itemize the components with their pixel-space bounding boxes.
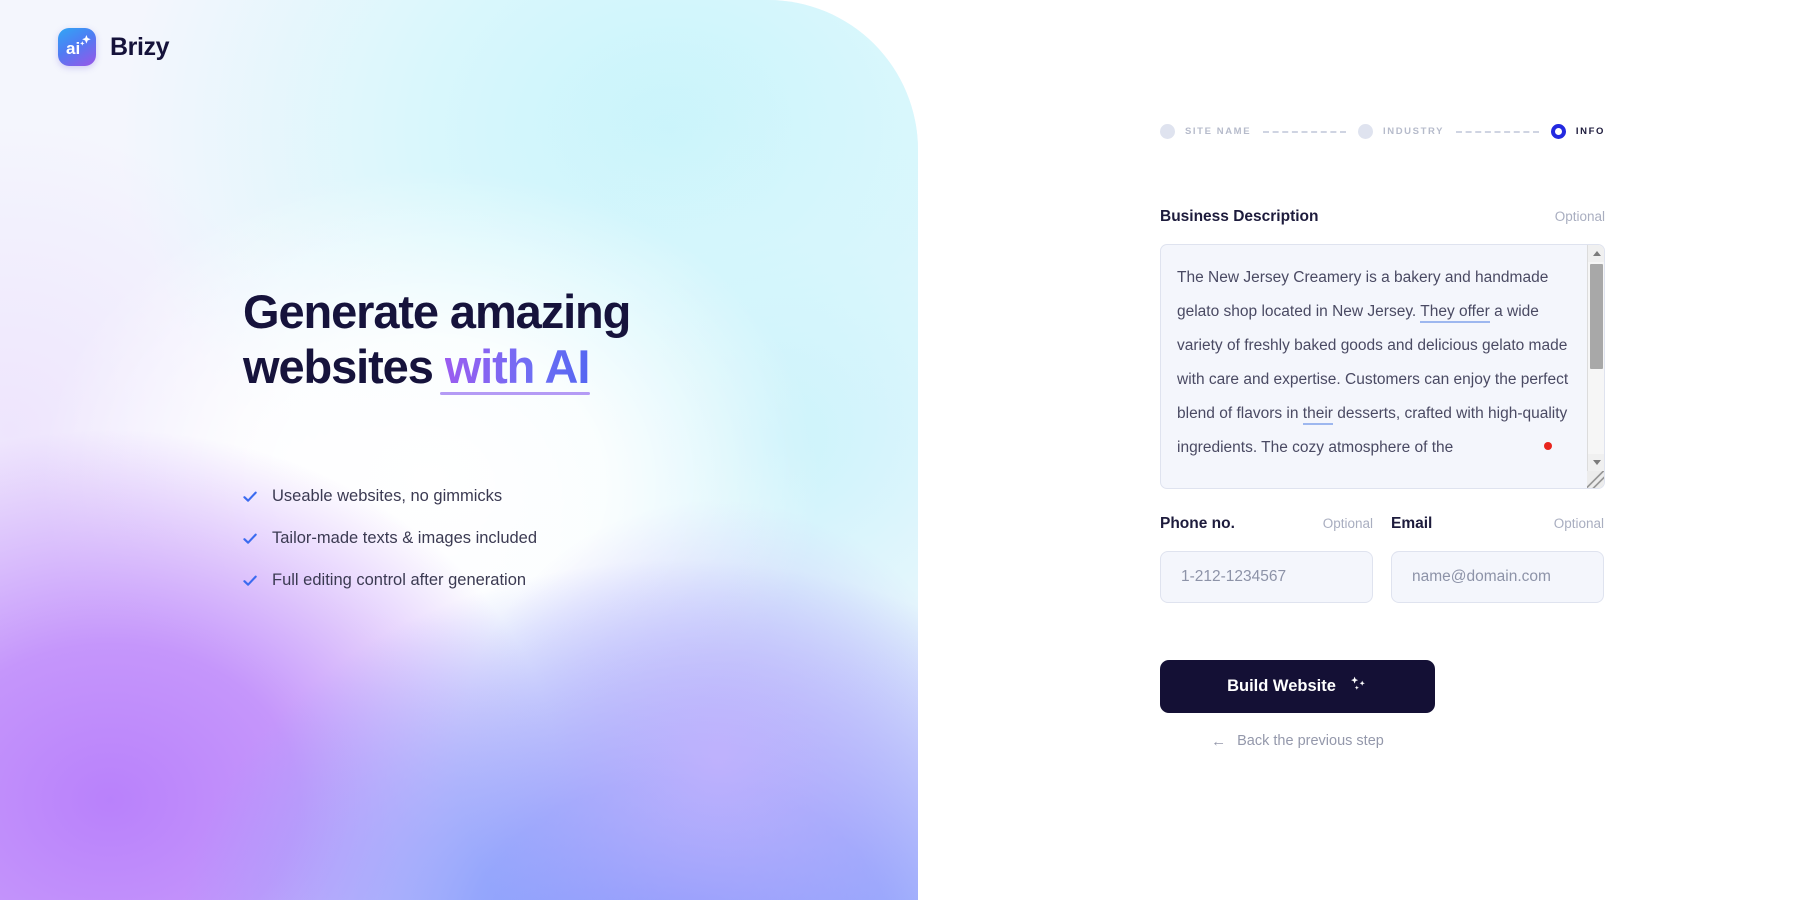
check-icon xyxy=(243,574,257,588)
email-label: Email xyxy=(1391,515,1433,532)
list-item-label: Useable websites, no gimmicks xyxy=(272,487,503,505)
step-connector xyxy=(1456,130,1539,133)
resize-grip-icon[interactable] xyxy=(1587,471,1604,488)
business-description-header: Business Description Optional xyxy=(1160,208,1605,226)
list-item-label: Full editing control after generation xyxy=(272,571,527,589)
business-description-value: The New Jersey Creamery is a bakery and … xyxy=(1177,261,1574,465)
email-header: Email Optional xyxy=(1391,515,1604,533)
list-item: Useable websites, no gimmicks xyxy=(243,487,537,506)
hero-copy: Generate amazing websites with AI xyxy=(243,285,803,394)
phone-header: Phone no. Optional xyxy=(1160,515,1373,533)
scroll-up-arrow-icon[interactable] xyxy=(1588,245,1604,262)
step-label: SITE NAME xyxy=(1185,126,1252,137)
sparkles-icon xyxy=(1349,675,1368,699)
headline-line-2-plain: websites xyxy=(243,339,445,393)
scroll-down-arrow-icon[interactable] xyxy=(1588,454,1604,471)
build-website-button[interactable]: Build Website xyxy=(1160,660,1435,713)
svg-text:ai: ai xyxy=(66,39,80,58)
check-icon xyxy=(243,490,257,504)
check-icon xyxy=(243,532,257,546)
form-panel: SITE NAME INDUSTRY INFO Business Descrip… xyxy=(1160,0,1640,900)
contact-fields: Phone no. Optional Email Optional xyxy=(1160,515,1605,603)
headline-underline xyxy=(440,392,590,395)
brizy-ai-logo-icon: ai xyxy=(58,28,96,66)
email-optional: Optional xyxy=(1553,516,1604,531)
build-website-label: Build Website xyxy=(1227,677,1336,695)
step-dot-icon xyxy=(1160,124,1175,139)
back-previous-step-label: Back the previous step xyxy=(1237,733,1384,749)
step-label: INFO xyxy=(1575,126,1605,137)
desc-spellcheck-1: They offer xyxy=(1420,303,1490,323)
headline-accent: with AI xyxy=(444,339,591,393)
business-description-field: Business Description Optional The New Je… xyxy=(1160,208,1605,489)
stepper: SITE NAME INDUSTRY INFO xyxy=(1160,124,1605,139)
phone-optional: Optional xyxy=(1322,516,1373,531)
desc-spellcheck-2: their xyxy=(1302,405,1333,425)
arrow-left-icon: ← xyxy=(1211,732,1227,750)
business-description-optional: Optional xyxy=(1554,209,1605,224)
step-label: INDUSTRY xyxy=(1383,126,1445,137)
business-description-textarea[interactable]: The New Jersey Creamery is a bakery and … xyxy=(1160,244,1605,489)
back-previous-step-link[interactable]: ← Back the previous step xyxy=(1160,733,1435,749)
scrollbar-thumb[interactable] xyxy=(1590,264,1603,369)
phone-input[interactable] xyxy=(1160,551,1373,603)
list-item: Full editing control after generation xyxy=(243,571,537,590)
phone-field: Phone no. Optional xyxy=(1160,515,1373,603)
headline-line-1: Generate amazing xyxy=(243,285,631,338)
list-item: Tailor-made texts & images included xyxy=(243,529,537,548)
step-dot-active-icon xyxy=(1550,124,1566,139)
business-description-label: Business Description xyxy=(1160,208,1319,225)
app-root: ai Brizy Generate amazing websites with … xyxy=(0,0,1800,900)
hero-panel xyxy=(0,0,918,900)
brand-logo[interactable]: ai Brizy xyxy=(58,28,170,66)
page-title: Generate amazing websites with AI xyxy=(243,285,803,394)
email-field: Email Optional xyxy=(1391,515,1604,603)
step-site-name[interactable]: SITE NAME xyxy=(1160,124,1251,139)
feature-list: Useable websites, no gimmicks Tailor-mad… xyxy=(243,487,537,590)
red-dot-indicator-icon xyxy=(1544,442,1552,450)
list-item-label: Tailor-made texts & images included xyxy=(272,529,538,547)
step-dot-icon xyxy=(1358,124,1374,139)
textarea-scrollbar[interactable] xyxy=(1587,245,1604,488)
brand-name: Brizy xyxy=(110,32,170,61)
step-connector xyxy=(1263,130,1347,133)
step-info[interactable]: INFO xyxy=(1550,124,1605,139)
phone-label: Phone no. xyxy=(1160,515,1235,532)
step-industry[interactable]: INDUSTRY xyxy=(1358,124,1444,139)
email-input[interactable] xyxy=(1391,551,1604,603)
